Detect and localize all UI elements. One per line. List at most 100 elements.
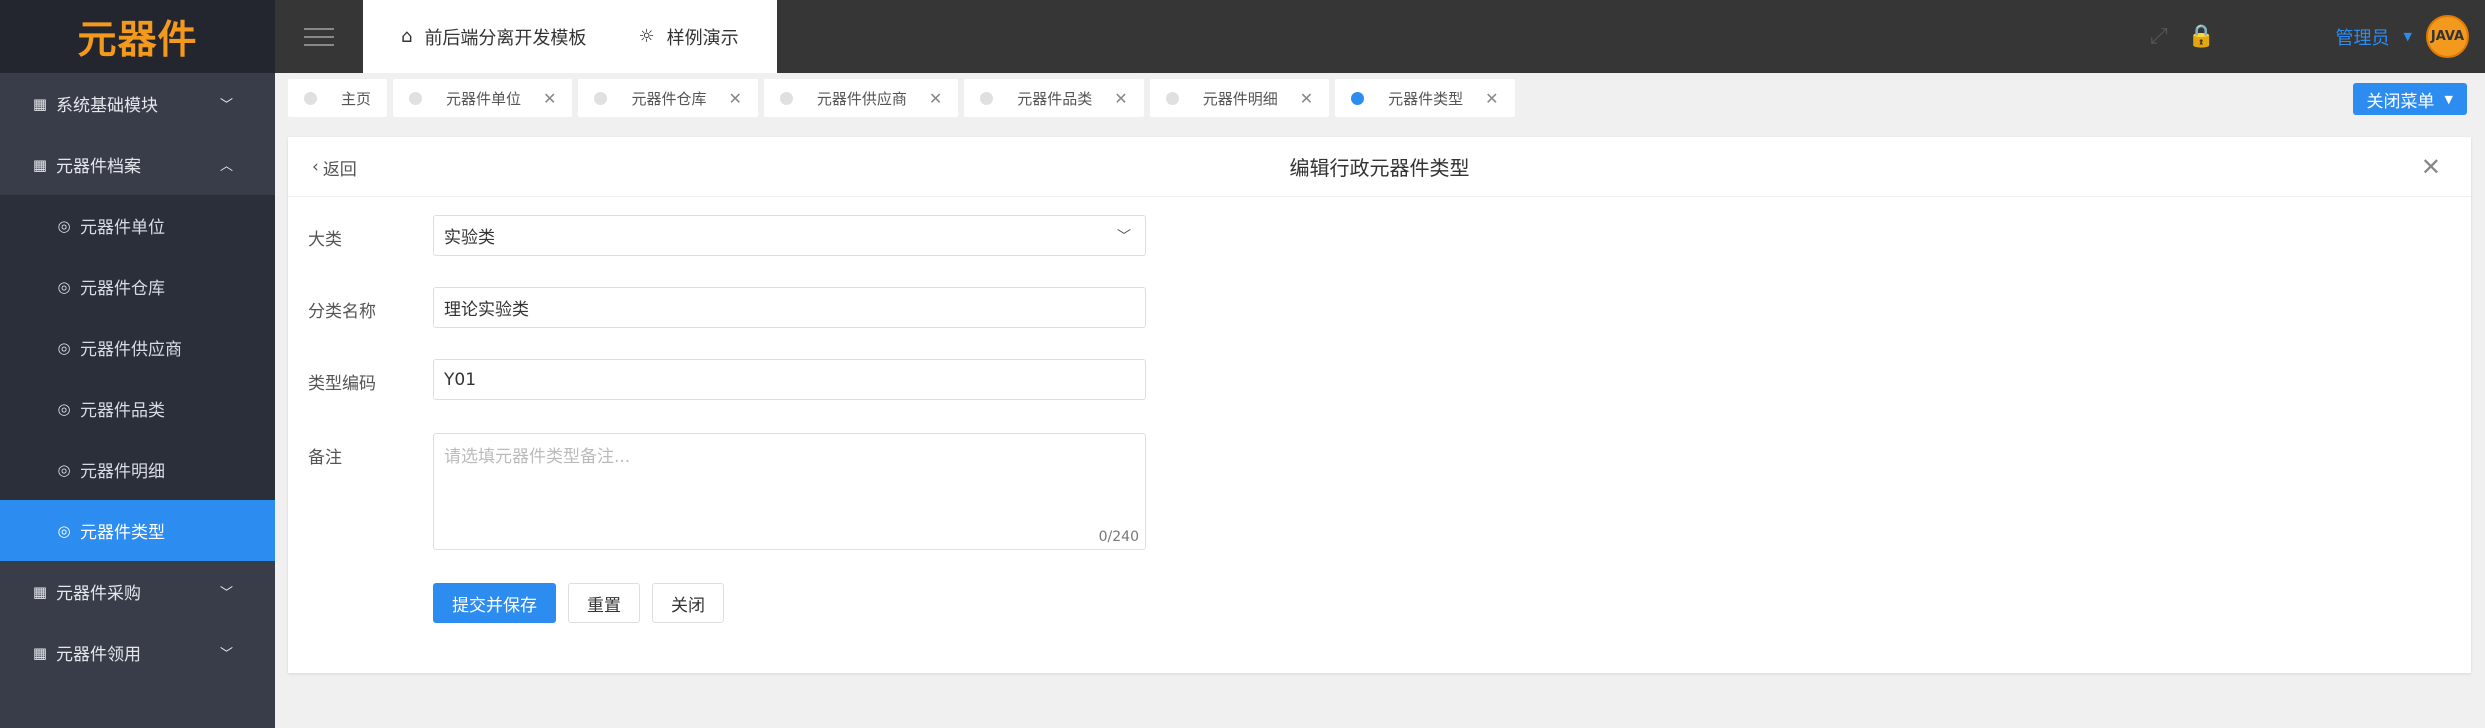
close-button[interactable]: 关闭 [652,583,724,623]
tab-detail[interactable]: 元器件明细 ✕ [1149,79,1330,117]
close-icon[interactable]: ✕ [543,89,556,108]
reset-button[interactable]: 重置 [568,583,640,623]
close-icon[interactable]: ✕ [1114,89,1127,108]
back-button[interactable]: ‹ 返回 [312,137,357,197]
sidebar: 元器件 ▦ 系统基础模块 ﹀ ▦ 元器件档案 ︿ ◎ 元器件单位 ◎ 元器件仓库 ◎ 元器件供… [0,0,275,728]
close-icon[interactable]: ✕ [728,89,741,108]
page-title: 编辑行政元器件类型 [1289,156,1470,180]
target-icon: ◎ [57,399,71,418]
tab-type[interactable]: 元器件类型 ✕ [1335,79,1515,117]
sidebar-item-supplier[interactable]: ◎ 元器件供应商 [0,317,275,378]
avatar[interactable]: JAVA [2426,15,2469,58]
grid-icon: ▦ [32,155,48,174]
close-icon[interactable]: ✕ [1485,89,1498,108]
app-logo[interactable]: 元器件 [0,0,275,73]
dashboard-icon: ▦ [32,94,48,113]
form-row-name: 分类名称 理论实验类 [308,287,1146,328]
sidebar-item-unit[interactable]: ◎ 元器件单位 [0,195,275,256]
tab-label: 元器件明细 [1202,89,1278,108]
fullscreen-icon[interactable]: ⤢ [2150,24,2168,49]
top-nav-template[interactable]: ⌂ 前后端分离开发模板 [375,24,612,50]
sidebar-item-warehouse[interactable]: ◎ 元器件仓库 [0,256,275,317]
close-icon[interactable]: ✕ [2421,137,2441,197]
sidebar-item-type[interactable]: ◎ 元器件类型 [0,500,275,561]
sidebar-item-category[interactable]: ◎ 元器件品类 [0,378,275,439]
form-row-remark: 备注 请选填元器件类型备注... 0/240 [308,433,1146,550]
chevron-left-icon: ‹ [312,157,319,177]
edit-panel: ‹ 返回 编辑行政元器件类型 ✕ 大类 实验类 ﹀ 分类名称 理论实验类 类型编码 … [288,137,2471,673]
grid-icon: ▦ [32,643,48,662]
chevron-down-icon: ﹀ [219,586,233,601]
top-nav-label: 前后端分离开发模板 [424,27,587,49]
page-tabs: 主页 元器件单位 ✕ 元器件仓库 ✕ 元器件供应商 ✕ 元器件品类 ✕ 元器件明细 ✕ 元… [275,73,2485,123]
username: 管理员 [2335,27,2390,49]
sidebar-item-archive[interactable]: ▦ 元器件档案 ︿ [0,134,275,195]
tab-dot [779,91,793,105]
char-count: 0/240 [1098,529,1139,545]
close-icon[interactable]: ✕ [929,89,942,108]
sidebar-item-system[interactable]: ▦ 系统基础模块 ﹀ [0,73,275,134]
target-icon: ◎ [57,521,71,540]
tab-label: 元器件品类 [1017,89,1093,108]
category-label: 大类 [308,230,342,250]
tab-dot [1165,91,1179,105]
back-label: 返回 [322,159,357,180]
close-menu-button[interactable]: 关闭菜单 ▼ [2352,83,2467,115]
sidebar-item-label: 元器件供应商 [80,340,182,360]
target-icon: ◎ [57,277,71,296]
sidebar-item-label: 元器件档案 [56,157,141,177]
tab-unit[interactable]: 元器件单位 ✕ [393,79,573,117]
form-actions: 提交并保存 重置 关闭 [433,583,724,623]
tab-supplier[interactable]: 元器件供应商 ✕ [763,79,959,117]
tab-label: 元器件供应商 [816,89,907,108]
sidebar-item-detail[interactable]: ◎ 元器件明细 [0,439,275,500]
tab-warehouse[interactable]: 元器件仓库 ✕ [578,79,758,117]
tab-home[interactable]: 主页 [288,79,388,117]
sidebar-item-label: 元器件品类 [80,401,165,421]
caret-down-icon: ▼ [2403,30,2412,43]
sidebar-item-label: 元器件类型 [80,523,165,543]
name-input[interactable]: 理论实验类 [433,287,1146,328]
menu-toggle-button[interactable] [275,0,363,73]
grid-icon: ▦ [32,582,48,601]
tab-label: 元器件仓库 [631,89,707,108]
home-icon: ⌂ [401,26,413,47]
panel-header: ‹ 返回 编辑行政元器件类型 ✕ [288,137,2471,197]
code-input[interactable]: Y01 [433,359,1146,400]
tab-dot [409,91,423,105]
caret-down-icon: ▼ [2444,92,2453,106]
category-value: 实验类 [444,228,495,248]
close-icon[interactable]: ✕ [1300,89,1313,108]
chevron-up-icon: ︿ [219,159,233,174]
remark-textarea[interactable]: 请选填元器件类型备注... 0/240 [433,433,1146,550]
sidebar-item-use[interactable]: ▦ 元器件领用 ﹀ [0,622,275,683]
user-menu[interactable]: 管理员 ▼ JAVA [2336,0,2469,73]
top-nav: ⌂ 前后端分离开发模板 ☼ 样例演示 [363,0,777,73]
target-icon: ◎ [57,460,71,479]
submit-button[interactable]: 提交并保存 [433,583,556,623]
sidebar-item-label: 元器件领用 [56,645,141,665]
tab-dot [594,91,608,105]
sidebar-item-label: 元器件单位 [80,218,165,238]
tab-dot [980,91,994,105]
tab-label: 元器件类型 [1388,89,1464,108]
target-icon: ◎ [57,216,71,235]
top-nav-label: 样例演示 [666,27,739,49]
name-label: 分类名称 [308,302,376,322]
sidebar-item-purchase[interactable]: ▦ 元器件采购 ﹀ [0,561,275,622]
form-row-category: 大类 实验类 ﹀ [308,215,1146,256]
header-tools: ⤢ 🔒 [2150,0,2215,73]
tab-dot [1351,91,1365,105]
tab-category[interactable]: 元器件品类 ✕ [964,79,1144,117]
form-row-code: 类型编码 Y01 [308,359,1146,400]
close-menu-label: 关闭菜单 [2366,91,2435,112]
lock-icon[interactable]: 🔒 [2188,24,2215,49]
sidebar-item-label: 元器件明细 [80,462,165,482]
category-select[interactable]: 实验类 ﹀ [433,215,1146,256]
code-label: 类型编码 [308,374,376,394]
chevron-down-icon: ﹀ [219,98,233,113]
hamburger-icon [304,35,334,38]
sidebar-menu: ▦ 系统基础模块 ﹀ ▦ 元器件档案 ︿ ◎ 元器件单位 ◎ 元器件仓库 ◎ 元器件供应商 ◎… [0,73,275,683]
top-nav-demo[interactable]: ☼ 样例演示 [612,24,764,50]
chevron-down-icon: ﹀ [219,647,233,662]
